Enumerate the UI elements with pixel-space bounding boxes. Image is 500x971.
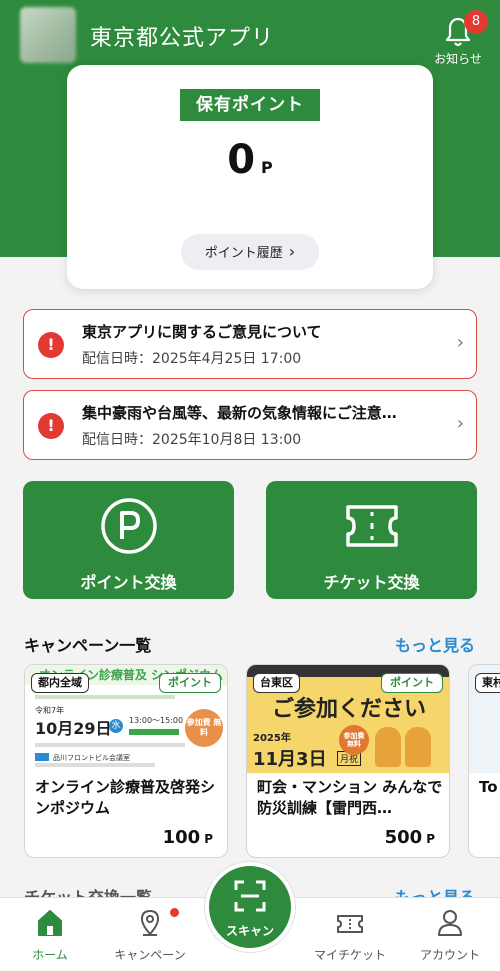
nav-my-ticket[interactable]: マイチケット — [300, 898, 400, 971]
campaign-image-venue: 品川フロントビル会議室 — [53, 754, 130, 762]
nav-account[interactable]: アカウント — [400, 898, 500, 971]
campaign-image-person — [375, 727, 401, 767]
point-coin-icon — [101, 498, 157, 554]
point-exchange-label: ポイント交換 — [80, 573, 177, 592]
ticket-icon — [346, 505, 398, 547]
campaign-points: 500 P — [385, 827, 435, 848]
scan-icon — [234, 880, 266, 912]
home-icon — [38, 910, 62, 936]
campaign-card[interactable]: オンライン診療普及 シンポジウム 令和7年 10月29日 水 13:00～15:… — [24, 664, 228, 858]
notifications-button[interactable]: 8 お知らせ — [432, 10, 488, 70]
points-label: 保有ポイント — [180, 89, 320, 121]
notice-title: 東京アプリに関するご意見について — [82, 323, 322, 341]
area-tag: 台東区 — [253, 673, 300, 693]
campaign-title: 町会・マンション みんなで防災訓練【雷門西… — [257, 778, 443, 817]
ticket-exchange-button[interactable]: チケット交換 — [266, 481, 477, 599]
app-title: 東京都公式アプリ — [90, 26, 275, 51]
campaign-title: To タ… — [479, 778, 500, 796]
notification-badge: 8 — [464, 10, 488, 34]
campaign-points-unit: P — [426, 832, 435, 846]
point-history-button[interactable]: ポイント履歴 › — [181, 234, 319, 270]
campaign-title: オンライン診療普及啓発シンポジウム — [35, 778, 216, 817]
chevron-right-icon: › — [456, 413, 464, 434]
campaign-image-weekday: 水 — [109, 719, 123, 733]
points-card: 保有ポイント 0P ポイント履歴 › — [67, 65, 433, 289]
campaign-image-date: 11月3日 — [253, 749, 327, 770]
point-tag: ポイント — [159, 673, 221, 693]
area-tag: 都内全域 — [31, 673, 89, 693]
campaign-image-badge: 参加費 無料 — [339, 725, 369, 755]
alert-icon: ! — [38, 332, 64, 358]
chevron-right-icon: › — [456, 332, 464, 353]
scan-button[interactable]: スキャン — [205, 862, 295, 952]
point-tag: ポイント — [381, 673, 443, 693]
campaign-image-banner: ご参加ください — [271, 697, 426, 722]
campaign-section-title: キャンペーン一覧 — [24, 636, 152, 655]
ticket-exchange-label: チケット交換 — [323, 573, 420, 592]
avatar[interactable] — [20, 7, 76, 63]
campaign-card[interactable]: 東村 To タ… — [468, 664, 500, 858]
nav-home-label: ホーム — [32, 948, 68, 962]
campaign-image-strip — [35, 743, 185, 747]
campaign-points-value: 100 — [162, 827, 201, 848]
campaign-image-badge: 参加費 無料 — [185, 709, 223, 747]
campaign-image-time: 13:00～15:00 — [129, 716, 184, 725]
campaign-points: 100 P — [163, 827, 213, 848]
scan-label: スキャン — [225, 924, 274, 938]
nav-campaign[interactable]: キャンペーン — [100, 898, 200, 971]
nav-home[interactable]: ホーム — [0, 898, 100, 971]
nav-account-label: アカウント — [419, 948, 480, 962]
nav-campaign-label: キャンペーン — [114, 948, 186, 962]
notice-title: 集中豪雨や台風等、最新の気象情報にご注意… — [82, 404, 397, 422]
campaign-more-link[interactable]: もっと見る — [395, 632, 475, 656]
points-balance: 0P — [67, 137, 433, 183]
campaign-image-strip — [35, 763, 155, 767]
notice-item[interactable]: ! 東京アプリに関するご意見について 配信日時：2025年4月25日 17:00… — [23, 309, 477, 379]
notification-label: お知らせ — [434, 52, 482, 66]
campaign-image-marker — [35, 753, 49, 761]
point-exchange-button[interactable]: ポイント交換 — [23, 481, 234, 599]
points-value: 0 — [227, 137, 256, 183]
ticket-icon — [337, 915, 363, 933]
campaign-image-person — [405, 727, 431, 767]
home-screen: 東京都公式アプリ 8 お知らせ 保有ポイント 0P ポイント履歴 › ! 東京アプ… — [0, 0, 500, 971]
nav-my-ticket-label: マイチケット — [313, 948, 386, 962]
campaign-card[interactable]: ご参加ください 2025年 11月3日 月祝 参加費 無料 台東区 ポイント 町… — [246, 664, 450, 858]
campaign-points-value: 500 — [384, 827, 423, 848]
notice-item[interactable]: ! 集中豪雨や台風等、最新の気象情報にご注意… 配信日時：2025年10月8日 … — [23, 390, 477, 460]
campaign-image-date: 10月29日 — [35, 719, 112, 738]
campaign-image-strip — [35, 695, 175, 699]
notice-date: 配信日時：2025年4月25日 17:00 — [82, 351, 302, 367]
point-history-label: ポイント履歴 — [204, 246, 283, 261]
alert-icon: ! — [38, 413, 64, 439]
notice-date: 配信日時：2025年10月8日 13:00 — [82, 432, 302, 448]
person-icon — [438, 910, 462, 936]
campaign-points-unit: P — [204, 832, 213, 846]
map-pin-icon — [140, 909, 160, 936]
campaign-image-strip — [129, 729, 179, 735]
new-indicator-dot — [170, 908, 179, 917]
campaign-image-year: 2025年 — [253, 733, 291, 744]
area-tag: 東村 — [475, 673, 500, 693]
points-unit: P — [261, 158, 273, 177]
chevron-right-icon: › — [288, 242, 296, 261]
